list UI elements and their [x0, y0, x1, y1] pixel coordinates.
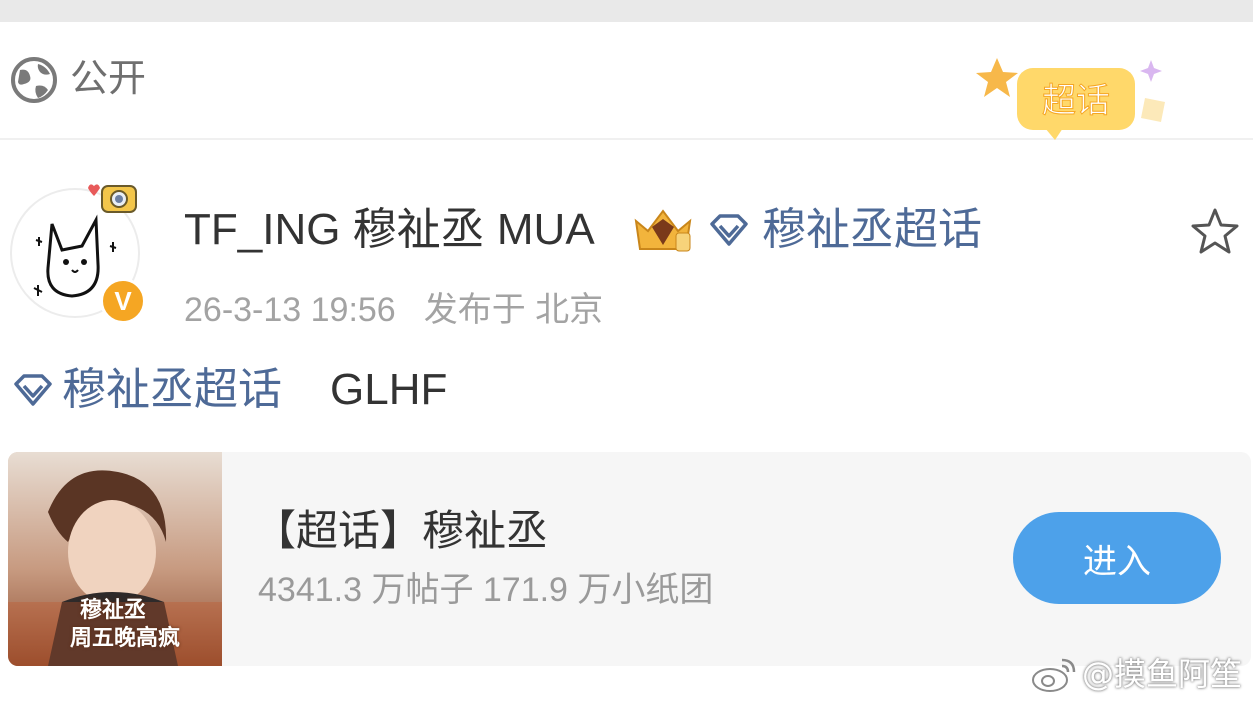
topic-card-stats: 4341.3 万帖子 171.9 万小纸团 — [258, 571, 714, 609]
topic-link-header[interactable]: 穆祉丞超话 — [706, 202, 982, 258]
watermark-text: @摸鱼阿笙 — [1082, 655, 1243, 693]
watermark: @摸鱼阿笙 — [1030, 652, 1242, 696]
weibo-icon — [1032, 658, 1076, 692]
cover-text-line2: 周五晚高疯 — [70, 626, 181, 651]
enter-button[interactable]: 进入 — [1013, 512, 1221, 604]
topic-card-title: 【超话】穆祉丞 — [254, 506, 549, 555]
camera-sticker-icon — [88, 184, 137, 213]
post-body: 穆祉丞超话 GLHF — [10, 362, 447, 418]
username[interactable]: TF_ING 穆祉丞 MUA — [184, 202, 595, 258]
crown-icon — [634, 209, 692, 252]
diamond-icon — [14, 374, 52, 406]
body-topic-link[interactable]: 穆祉丞超话 — [62, 362, 282, 418]
top-divider — [0, 0, 1253, 22]
body-text: GLHF — [330, 365, 448, 414]
post-location: 发布于 北京 — [423, 291, 604, 329]
svg-text:超话: 超话 — [1042, 81, 1110, 121]
star-icon[interactable] — [1188, 206, 1242, 258]
topic-cover-image: 穆祉丞 周五晚高疯 — [8, 452, 222, 666]
diamond-icon — [710, 214, 748, 246]
post-timestamp: 26-3-13 19:56 — [184, 291, 396, 329]
post-meta: 26-3-13 19:56 发布于 北京 — [184, 288, 603, 332]
chaohua-badge-icon[interactable]: 超话 — [975, 50, 1180, 145]
topic-card[interactable]: 穆祉丞 周五晚高疯 【超话】穆祉丞 4341.3 万帖子 171.9 万小纸团 … — [8, 452, 1251, 666]
visibility-label[interactable]: 公开 — [70, 54, 146, 102]
verified-badge: V — [100, 278, 146, 324]
topic-link-label: 穆祉丞超话 — [762, 204, 982, 255]
globe-icon — [11, 57, 57, 103]
